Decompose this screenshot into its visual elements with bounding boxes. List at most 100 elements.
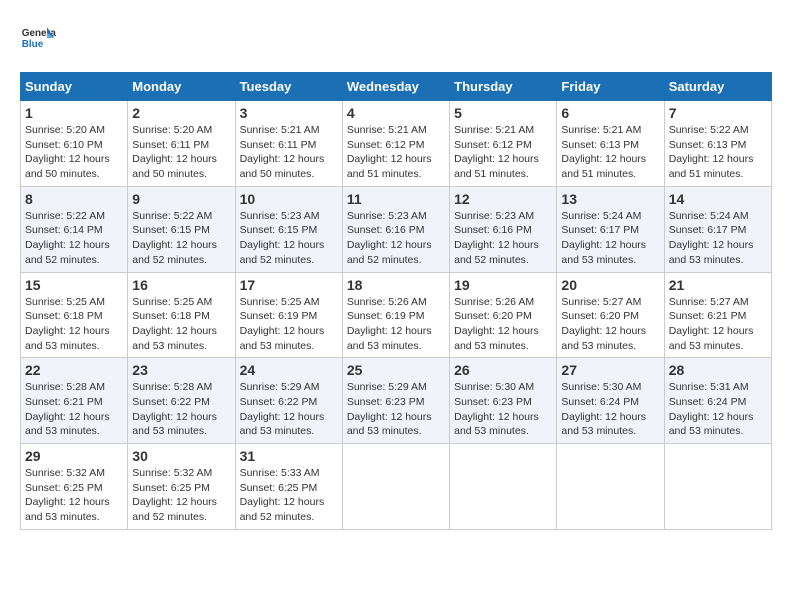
calendar-day-cell xyxy=(342,444,449,530)
calendar-day-cell xyxy=(450,444,557,530)
calendar-header-row: SundayMondayTuesdayWednesdayThursdayFrid… xyxy=(21,73,772,101)
calendar-day-cell: 3 Sunrise: 5:21 AM Sunset: 6:11 PM Dayli… xyxy=(235,101,342,187)
calendar-day-cell: 7 Sunrise: 5:22 AM Sunset: 6:13 PM Dayli… xyxy=(664,101,771,187)
calendar-day-cell: 15 Sunrise: 5:25 AM Sunset: 6:18 PM Dayl… xyxy=(21,272,128,358)
day-info: Sunrise: 5:23 AM Sunset: 6:16 PM Dayligh… xyxy=(454,209,552,268)
day-info: Sunrise: 5:28 AM Sunset: 6:22 PM Dayligh… xyxy=(132,380,230,439)
day-number: 15 xyxy=(25,277,123,293)
calendar-day-cell: 27 Sunrise: 5:30 AM Sunset: 6:24 PM Dayl… xyxy=(557,358,664,444)
day-info: Sunrise: 5:25 AM Sunset: 6:18 PM Dayligh… xyxy=(132,295,230,354)
day-number: 28 xyxy=(669,362,767,378)
svg-text:Blue: Blue xyxy=(22,39,44,50)
day-number: 24 xyxy=(240,362,338,378)
calendar-day-cell: 20 Sunrise: 5:27 AM Sunset: 6:20 PM Dayl… xyxy=(557,272,664,358)
day-number: 22 xyxy=(25,362,123,378)
calendar-week-row: 8 Sunrise: 5:22 AM Sunset: 6:14 PM Dayli… xyxy=(21,186,772,272)
calendar-day-cell: 18 Sunrise: 5:26 AM Sunset: 6:19 PM Dayl… xyxy=(342,272,449,358)
day-info: Sunrise: 5:30 AM Sunset: 6:23 PM Dayligh… xyxy=(454,380,552,439)
day-info: Sunrise: 5:33 AM Sunset: 6:25 PM Dayligh… xyxy=(240,466,338,525)
calendar-day-cell: 19 Sunrise: 5:26 AM Sunset: 6:20 PM Dayl… xyxy=(450,272,557,358)
calendar-week-row: 22 Sunrise: 5:28 AM Sunset: 6:21 PM Dayl… xyxy=(21,358,772,444)
calendar-day-cell: 4 Sunrise: 5:21 AM Sunset: 6:12 PM Dayli… xyxy=(342,101,449,187)
calendar-day-cell: 8 Sunrise: 5:22 AM Sunset: 6:14 PM Dayli… xyxy=(21,186,128,272)
day-of-week-header: Friday xyxy=(557,73,664,101)
day-number: 9 xyxy=(132,191,230,207)
day-of-week-header: Thursday xyxy=(450,73,557,101)
day-info: Sunrise: 5:20 AM Sunset: 6:11 PM Dayligh… xyxy=(132,123,230,182)
day-info: Sunrise: 5:29 AM Sunset: 6:22 PM Dayligh… xyxy=(240,380,338,439)
day-info: Sunrise: 5:26 AM Sunset: 6:20 PM Dayligh… xyxy=(454,295,552,354)
day-info: Sunrise: 5:22 AM Sunset: 6:14 PM Dayligh… xyxy=(25,209,123,268)
calendar-week-row: 29 Sunrise: 5:32 AM Sunset: 6:25 PM Dayl… xyxy=(21,444,772,530)
day-number: 11 xyxy=(347,191,445,207)
day-number: 23 xyxy=(132,362,230,378)
day-of-week-header: Sunday xyxy=(21,73,128,101)
day-info: Sunrise: 5:20 AM Sunset: 6:10 PM Dayligh… xyxy=(25,123,123,182)
calendar-day-cell: 23 Sunrise: 5:28 AM Sunset: 6:22 PM Dayl… xyxy=(128,358,235,444)
day-of-week-header: Tuesday xyxy=(235,73,342,101)
day-info: Sunrise: 5:25 AM Sunset: 6:19 PM Dayligh… xyxy=(240,295,338,354)
day-number: 25 xyxy=(347,362,445,378)
day-number: 10 xyxy=(240,191,338,207)
day-info: Sunrise: 5:31 AM Sunset: 6:24 PM Dayligh… xyxy=(669,380,767,439)
logo-icon: General Blue xyxy=(20,20,56,56)
day-info: Sunrise: 5:21 AM Sunset: 6:11 PM Dayligh… xyxy=(240,123,338,182)
day-number: 12 xyxy=(454,191,552,207)
day-info: Sunrise: 5:26 AM Sunset: 6:19 PM Dayligh… xyxy=(347,295,445,354)
calendar-table: SundayMondayTuesdayWednesdayThursdayFrid… xyxy=(20,72,772,530)
day-number: 19 xyxy=(454,277,552,293)
calendar-day-cell: 11 Sunrise: 5:23 AM Sunset: 6:16 PM Dayl… xyxy=(342,186,449,272)
calendar-day-cell: 26 Sunrise: 5:30 AM Sunset: 6:23 PM Dayl… xyxy=(450,358,557,444)
day-number: 13 xyxy=(561,191,659,207)
day-info: Sunrise: 5:27 AM Sunset: 6:20 PM Dayligh… xyxy=(561,295,659,354)
day-number: 16 xyxy=(132,277,230,293)
day-number: 5 xyxy=(454,105,552,121)
day-number: 17 xyxy=(240,277,338,293)
calendar-day-cell: 2 Sunrise: 5:20 AM Sunset: 6:11 PM Dayli… xyxy=(128,101,235,187)
page-header: General Blue xyxy=(20,20,772,56)
day-number: 29 xyxy=(25,448,123,464)
day-info: Sunrise: 5:21 AM Sunset: 6:12 PM Dayligh… xyxy=(347,123,445,182)
day-info: Sunrise: 5:25 AM Sunset: 6:18 PM Dayligh… xyxy=(25,295,123,354)
calendar-day-cell: 31 Sunrise: 5:33 AM Sunset: 6:25 PM Dayl… xyxy=(235,444,342,530)
day-info: Sunrise: 5:28 AM Sunset: 6:21 PM Dayligh… xyxy=(25,380,123,439)
day-number: 1 xyxy=(25,105,123,121)
day-info: Sunrise: 5:21 AM Sunset: 6:13 PM Dayligh… xyxy=(561,123,659,182)
day-info: Sunrise: 5:22 AM Sunset: 6:15 PM Dayligh… xyxy=(132,209,230,268)
day-info: Sunrise: 5:29 AM Sunset: 6:23 PM Dayligh… xyxy=(347,380,445,439)
calendar-day-cell: 9 Sunrise: 5:22 AM Sunset: 6:15 PM Dayli… xyxy=(128,186,235,272)
calendar-day-cell: 30 Sunrise: 5:32 AM Sunset: 6:25 PM Dayl… xyxy=(128,444,235,530)
calendar-day-cell: 25 Sunrise: 5:29 AM Sunset: 6:23 PM Dayl… xyxy=(342,358,449,444)
day-of-week-header: Wednesday xyxy=(342,73,449,101)
day-info: Sunrise: 5:23 AM Sunset: 6:15 PM Dayligh… xyxy=(240,209,338,268)
calendar-day-cell: 13 Sunrise: 5:24 AM Sunset: 6:17 PM Dayl… xyxy=(557,186,664,272)
day-number: 27 xyxy=(561,362,659,378)
logo: General Blue xyxy=(20,20,56,56)
day-number: 20 xyxy=(561,277,659,293)
calendar-day-cell: 14 Sunrise: 5:24 AM Sunset: 6:17 PM Dayl… xyxy=(664,186,771,272)
calendar-day-cell: 22 Sunrise: 5:28 AM Sunset: 6:21 PM Dayl… xyxy=(21,358,128,444)
day-number: 14 xyxy=(669,191,767,207)
calendar-day-cell: 21 Sunrise: 5:27 AM Sunset: 6:21 PM Dayl… xyxy=(664,272,771,358)
calendar-day-cell: 12 Sunrise: 5:23 AM Sunset: 6:16 PM Dayl… xyxy=(450,186,557,272)
day-info: Sunrise: 5:27 AM Sunset: 6:21 PM Dayligh… xyxy=(669,295,767,354)
day-number: 8 xyxy=(25,191,123,207)
calendar-day-cell xyxy=(664,444,771,530)
calendar-day-cell: 16 Sunrise: 5:25 AM Sunset: 6:18 PM Dayl… xyxy=(128,272,235,358)
calendar-day-cell: 5 Sunrise: 5:21 AM Sunset: 6:12 PM Dayli… xyxy=(450,101,557,187)
calendar-day-cell: 28 Sunrise: 5:31 AM Sunset: 6:24 PM Dayl… xyxy=(664,358,771,444)
day-info: Sunrise: 5:32 AM Sunset: 6:25 PM Dayligh… xyxy=(132,466,230,525)
day-number: 6 xyxy=(561,105,659,121)
day-number: 18 xyxy=(347,277,445,293)
day-info: Sunrise: 5:30 AM Sunset: 6:24 PM Dayligh… xyxy=(561,380,659,439)
day-number: 2 xyxy=(132,105,230,121)
calendar-day-cell: 17 Sunrise: 5:25 AM Sunset: 6:19 PM Dayl… xyxy=(235,272,342,358)
day-number: 4 xyxy=(347,105,445,121)
calendar-day-cell: 24 Sunrise: 5:29 AM Sunset: 6:22 PM Dayl… xyxy=(235,358,342,444)
day-info: Sunrise: 5:32 AM Sunset: 6:25 PM Dayligh… xyxy=(25,466,123,525)
day-number: 31 xyxy=(240,448,338,464)
day-number: 30 xyxy=(132,448,230,464)
calendar-day-cell xyxy=(557,444,664,530)
calendar-day-cell: 29 Sunrise: 5:32 AM Sunset: 6:25 PM Dayl… xyxy=(21,444,128,530)
day-of-week-header: Monday xyxy=(128,73,235,101)
